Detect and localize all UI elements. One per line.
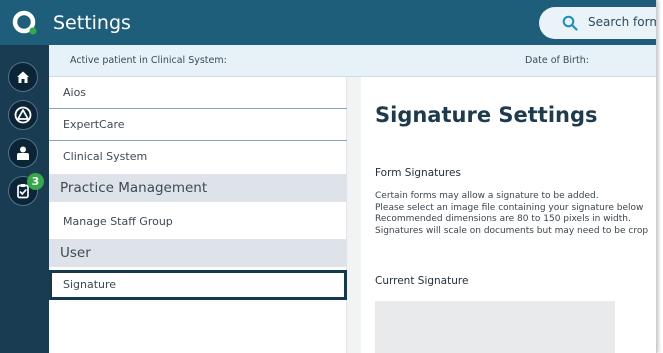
- nav-item-signature[interactable]: Signature: [49, 270, 347, 300]
- triangle-alert-icon: [14, 106, 32, 124]
- date-of-birth-label: Date of Birth:: [525, 55, 589, 66]
- content-panel: Signature Settings Form Signatures Certa…: [361, 77, 656, 353]
- rail-alerts-button[interactable]: [8, 100, 38, 130]
- rail-user-button[interactable]: [8, 138, 38, 168]
- nav-item-expertcare[interactable]: ExpertCare: [49, 109, 347, 141]
- description-line: Certain forms may allow a signature to b…: [375, 191, 599, 201]
- description-line: Please select an image file containing y…: [375, 202, 644, 213]
- nav-section-practice-management: Practice Management: [49, 174, 347, 202]
- search-icon: [562, 15, 578, 31]
- signature-settings-title: Signature Settings: [375, 103, 598, 127]
- search-input[interactable]: Search forms: [539, 7, 656, 39]
- form-signatures-description: Certain forms may allow a signature to b…: [375, 191, 648, 237]
- home-icon: [17, 71, 29, 83]
- top-bar: Settings Search forms: [0, 0, 656, 45]
- page-title-settings: Settings: [53, 12, 131, 34]
- settings-nav: Aios ExpertCare Clinical System Practice…: [49, 77, 347, 353]
- nav-item-manage-staff-group[interactable]: Manage Staff Group: [49, 206, 347, 238]
- form-signatures-heading: Form Signatures: [375, 167, 461, 179]
- signature-preview-box: [375, 301, 615, 353]
- rail-home-button[interactable]: [8, 62, 38, 92]
- nav-section-user: User: [49, 239, 347, 267]
- patient-bar: Active patient in Clinical System: Date …: [49, 45, 656, 77]
- active-patient-label: Active patient in Clinical System:: [70, 55, 227, 66]
- search-placeholder: Search forms: [588, 15, 656, 29]
- main-pane: Signature Settings Form Signatures Certa…: [347, 77, 656, 353]
- description-line: Signatures will scale on documents but m…: [375, 225, 649, 236]
- description-line: Recommended dimensions are 80 to 150 pix…: [375, 214, 631, 224]
- app-logo-icon: [12, 10, 37, 35]
- app-window: Settings Search forms: [0, 0, 657, 353]
- nav-item-aios[interactable]: Aios: [49, 77, 347, 109]
- user-icon: [17, 146, 29, 160]
- nav-item-clinical-system[interactable]: Clinical System: [49, 141, 347, 173]
- tasks-count-badge: 3: [27, 173, 44, 190]
- current-signature-heading: Current Signature: [375, 275, 469, 287]
- left-rail: 3: [0, 45, 49, 353]
